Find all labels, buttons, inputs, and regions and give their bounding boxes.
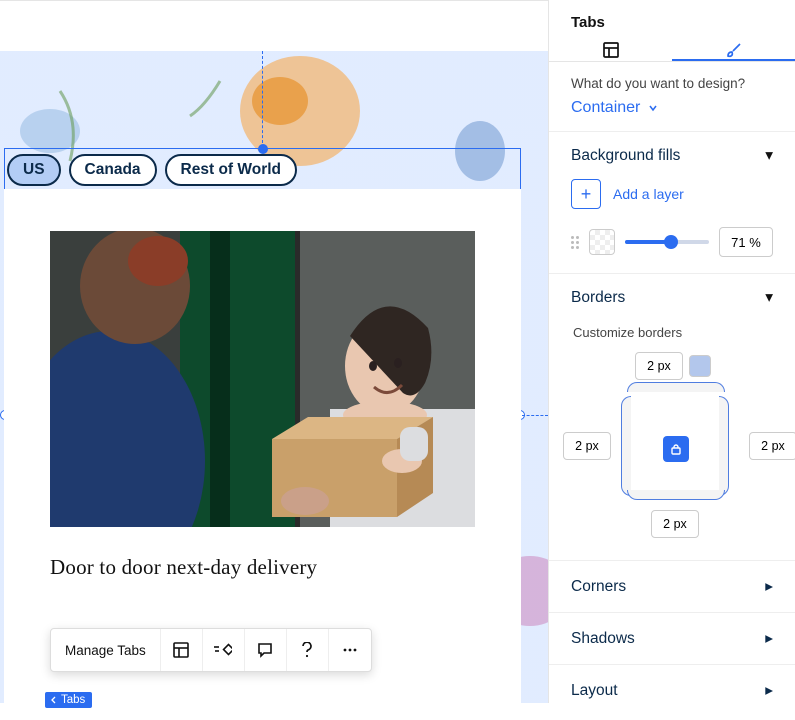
border-edge-top[interactable] [627, 382, 725, 392]
border-edge-right[interactable] [719, 396, 729, 496]
tab-canada[interactable]: Canada [69, 154, 157, 186]
tab-rest-of-world[interactable]: Rest of World [165, 154, 297, 186]
bg-fills-title: Background fills [571, 147, 680, 165]
panel-tab-design[interactable] [672, 41, 795, 61]
border-right-input[interactable] [749, 432, 795, 460]
help-icon[interactable] [287, 629, 329, 671]
border-color-swatch[interactable] [689, 355, 711, 377]
inspector-panel: Tabs What do you want to design? Contain… [548, 0, 795, 703]
border-left-input[interactable] [563, 432, 611, 460]
border-top-input[interactable] [635, 352, 683, 380]
caret-down-icon: ▾ [765, 288, 773, 307]
corners-title: Corners [571, 578, 626, 596]
vertical-guide [262, 51, 263, 148]
borders-header[interactable]: Borders ▾ [549, 274, 795, 321]
fill-color-swatch[interactable] [589, 229, 615, 255]
add-layer-button[interactable]: + [571, 179, 601, 209]
background-fills-body: + Add a layer [549, 179, 795, 273]
manage-tabs-button[interactable]: Manage Tabs [51, 629, 161, 671]
tab-us[interactable]: US [7, 154, 61, 186]
lock-icon [670, 443, 682, 455]
fill-layer-row [571, 227, 773, 257]
panel-tab-layout[interactable] [549, 41, 672, 61]
opacity-slider[interactable] [625, 240, 709, 244]
border-edge-bottom[interactable] [627, 490, 725, 500]
animation-icon[interactable] [203, 629, 245, 671]
layout-panel-icon [602, 41, 620, 59]
borders-subtitle: Customize borders [573, 325, 773, 340]
tabs-widget[interactable]: US Canada Rest of World [4, 148, 521, 720]
brush-icon [725, 41, 743, 59]
drag-handle-icon[interactable] [571, 236, 579, 249]
tabs-row: US Canada Rest of World [4, 148, 521, 189]
element-toolbar: Manage Tabs [50, 628, 372, 672]
badge-label: Tabs [61, 694, 85, 706]
more-icon[interactable] [329, 629, 371, 671]
background-fills-header[interactable]: Background fills ▾ [549, 132, 795, 179]
borders-title: Borders [571, 289, 625, 307]
content-image[interactable] [50, 231, 475, 527]
design-prompt: What do you want to design? [571, 76, 773, 91]
panel-title: Tabs [549, 0, 795, 41]
caret-down-icon: ▾ [765, 146, 773, 165]
horizontal-guide [522, 415, 548, 416]
corners-header[interactable]: Corners ▸ [549, 560, 795, 612]
layout-title: Layout [571, 682, 618, 700]
border-bottom-input[interactable] [651, 510, 699, 538]
design-target-section: What do you want to design? Container [549, 62, 795, 131]
layout-icon[interactable] [161, 629, 203, 671]
shadows-title: Shadows [571, 630, 635, 648]
caret-right-icon: ▸ [765, 629, 773, 648]
border-diagram [571, 352, 785, 542]
editor-canvas[interactable]: US Canada Rest of World [0, 0, 548, 703]
shadows-header[interactable]: Shadows ▸ [549, 612, 795, 664]
design-target-dropdown[interactable]: Container [571, 99, 773, 117]
panel-tabs [549, 41, 795, 62]
caret-right-icon: ▸ [765, 681, 773, 700]
opacity-input[interactable] [719, 227, 773, 257]
caret-right-icon: ▸ [765, 577, 773, 596]
canvas-top-margin [0, 1, 548, 51]
border-edge-left[interactable] [621, 396, 631, 496]
comment-icon[interactable] [245, 629, 287, 671]
borders-body: Customize borders [549, 321, 795, 560]
add-layer-link[interactable]: Add a layer [613, 186, 684, 202]
layout-header[interactable]: Layout ▸ [549, 664, 795, 716]
link-borders-button[interactable] [663, 436, 689, 462]
chevron-down-icon [648, 103, 658, 113]
content-caption: Door to door next-day delivery [50, 555, 475, 580]
tab-content[interactable]: Door to door next-day delivery Manage Ta… [4, 189, 521, 720]
element-type-badge[interactable]: Tabs [45, 692, 92, 708]
design-target-value: Container [571, 99, 640, 117]
